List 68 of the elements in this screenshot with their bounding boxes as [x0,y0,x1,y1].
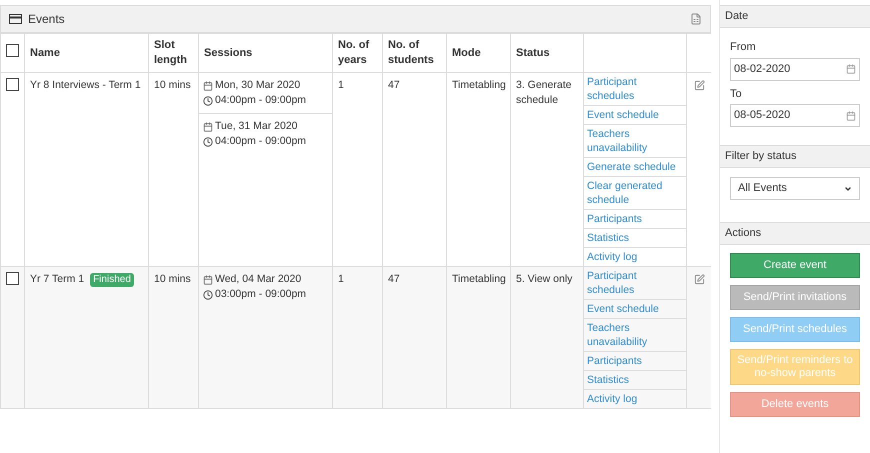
years-count: 1 [338,273,344,285]
calendar-icon [203,274,213,284]
section-header: Date [720,5,870,28]
column-header: Sessions [204,46,252,58]
session-time: 03:00pm - 09:00pm [215,287,306,302]
slot-length: 10 mins [154,79,191,91]
calendar-icon [846,110,856,120]
action-link[interactable]: Participant schedules [584,267,686,300]
action-link[interactable]: Participant schedules [584,73,686,106]
action-link[interactable]: Clear generated schedule [584,177,686,210]
field-label: From [730,40,757,55]
action-link[interactable]: Teachers unavailability [584,125,686,158]
action-link[interactable]: Activity log [584,390,686,408]
years-count: 1 [338,79,344,91]
column-header: Mode [452,46,481,58]
section-header: Filter by status [720,145,870,168]
clock-icon [203,96,213,106]
column-header: No. of years [338,39,370,66]
caret-icon [844,184,852,192]
slot-length: 10 mins [154,273,191,285]
action-link[interactable]: Event schedule [584,106,686,125]
students-count: 47 [388,273,400,285]
action-link[interactable]: Statistics [584,371,686,390]
checkbox[interactable] [6,272,19,285]
action-link[interactable]: Statistics [584,229,686,248]
column-header: No. of students [388,39,434,66]
action-link[interactable]: Event schedule [584,300,686,319]
mode-text: Timetabling [452,273,506,285]
date-field[interactable]: 08-02-2020 [730,58,860,80]
field-label: To [730,86,743,102]
action-link[interactable]: Participants [584,352,686,371]
event-name: Yr 8 Interviews - Term 1 [30,78,141,93]
session-date: Tue, 31 Mar 2020 [215,119,298,134]
edit-icon[interactable] [694,274,704,285]
spreadsheet-export-icon[interactable] [690,13,702,25]
students-count: 47 [388,79,400,91]
checkbox[interactable] [6,44,19,57]
status-text: 5. View only [516,273,572,285]
edit-icon[interactable] [694,80,704,91]
clock-icon [203,136,213,146]
status-text: 3. Generate schedule [516,79,572,106]
action-link[interactable]: Activity log [584,248,686,266]
action-link[interactable]: Teachers unavailability [584,319,686,352]
action-button[interactable]: Create event [730,253,860,278]
clock-icon [203,290,213,300]
calendar-icon [846,64,856,74]
event-name: Yr 7 Term 1 [30,272,84,287]
panel-title: Events [28,11,65,28]
status-badge: Finished [90,272,134,286]
calendar-icon [203,122,213,132]
date-field[interactable]: 08-05-2020 [730,104,860,127]
column-header: Name [30,46,60,58]
status-dropdown[interactable]: All Events [730,177,860,200]
section-header: Actions [720,222,870,245]
action-button[interactable]: Delete events [730,392,860,417]
mode-text: Timetabling [452,79,506,91]
action-link[interactable]: Participants [584,210,686,229]
session-date: Mon, 30 Mar 2020 [215,78,300,93]
table-icon [9,14,22,24]
column-header: Slot length [154,39,187,66]
action-link[interactable]: Generate schedule [584,158,686,177]
column-header: Status [516,46,550,58]
calendar-icon [203,80,213,90]
checkbox[interactable] [6,78,19,91]
session-time: 04:00pm - 09:00pm [215,93,306,108]
action-button[interactable]: Send/Print invitations [730,285,860,310]
session-time: 04:00pm - 09:00pm [215,134,306,149]
session-date: Wed, 04 Mar 2020 [215,272,302,287]
